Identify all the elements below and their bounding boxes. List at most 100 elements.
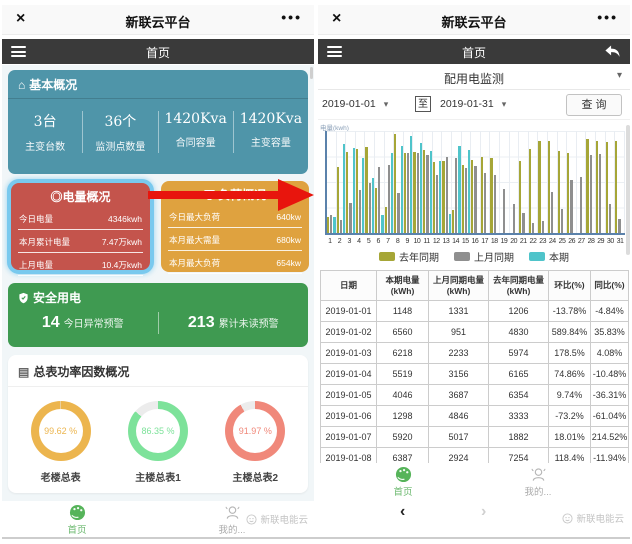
query-button[interactable]: 查 询 [566,94,622,116]
energy-overview-card[interactable]: ◎电量概况 今日电量4346kwh本月累计电量7.47万kwh上月电量10.4万… [11,183,150,270]
more-menu-icon[interactable]: ••• [597,9,618,25]
prev-page-button[interactable]: ‹ [400,503,405,521]
x-tick-label: 25 [557,237,567,247]
x-tick-label: 9 [402,237,412,247]
table-header-cell: 同比(%) [591,271,629,301]
table-cell: -73.2% [549,406,591,427]
bar-current [391,153,393,234]
table-cell: 1882 [489,427,549,448]
tab-home-label: 首页 [373,484,433,498]
bar-last-year [375,188,377,233]
power-factor-gauge: 91.97 %主楼总表2 [207,401,304,484]
chart-bar-group [385,131,395,233]
power-factor-card: ▤总表功率因数概况 99.62 %老楼总表86.35 %主楼总表191.97 %… [8,355,308,493]
bar-last-year [404,153,406,233]
legend-label: 本期 [549,249,569,264]
bar-last-month [599,154,601,233]
power-factor-gauge: 99.62 %老楼总表 [12,401,109,484]
consumption-table: 日期本期电量 (kWh)上月同期电量 (kWh)去年同期电量 (kWh)环比(%… [320,270,629,469]
bar-last-year [548,141,550,233]
chevron-down-icon: ▾ [384,99,389,109]
bar-last-year [615,141,617,233]
bar-last-month [503,189,505,233]
table-header-cell: 去年同期电量 (kWh) [489,271,549,301]
chevron-down-icon: ▾ [502,99,507,109]
row-value: 7.47万kwh [102,236,142,248]
table-cell: 5017 [429,427,489,448]
bar-current [401,146,403,233]
x-tick-label: 11 [422,237,432,247]
scrollbar[interactable] [626,125,630,255]
table-cell: -36.31% [591,385,629,406]
table-row: 2019-01-0455193156616574.86%-10.48% [321,364,629,385]
legend-item[interactable]: 上月同期 [454,249,514,264]
x-tick-label: 1 [325,237,335,247]
bar-last-month [590,155,592,233]
monitor-select[interactable]: 配用电监测 ▾ [318,64,630,90]
chart-bar-group [567,131,577,233]
tab-mine[interactable]: 我的... [508,466,568,498]
x-tick-label: 18 [489,237,499,247]
stat-label: 主变台数 [8,138,82,153]
row-label: 上月电量 [19,259,53,271]
next-page-button[interactable]: › [481,503,486,521]
bar-last-year [356,149,358,233]
dashboard-content: ⌂基本概况 3台主变台数36个监测点数量1420Kva合同容量1420Kva主变… [2,65,314,501]
nav-title: 首页 [318,44,630,61]
table-cell: 6560 [377,322,429,343]
chart-bar-group [394,131,404,233]
chart-bar-group [586,131,596,233]
table-row: 2019-01-0265609514830589.84%35.83% [321,322,629,343]
power-factor-title: ▤总表功率因数概况 [8,355,308,387]
tab-mine-label: 我的... [508,484,568,498]
scrollbar[interactable] [310,67,313,79]
safety-card: 安全用电 14今日异常预警213累计未读预警 [8,283,308,347]
x-tick-label: 20 [509,237,519,247]
energy-card-highlight: ◎电量概况 今日电量4346kwh本月累计电量7.47万kwh上月电量10.4万… [7,179,154,274]
bar-current [333,217,335,233]
donut-chart: 86.35 % [128,401,188,461]
bar-last-year [471,160,473,233]
energy-rows: 今日电量4346kwh本月累计电量7.47万kwh上月电量10.4万kwh [11,207,150,276]
table-cell: 1148 [377,301,429,322]
back-icon[interactable] [604,43,621,60]
bar-last-month [465,168,467,233]
tab-home[interactable]: 首页 [373,466,433,498]
chart-bar-group [356,131,366,233]
mine-tab-icon [530,466,547,483]
table-cell: 5920 [377,427,429,448]
date-from-picker[interactable]: 2019-01-01▾ [322,98,388,110]
consumption-bar-chart: 电量(kwh) 12345678910111213141516171819202… [318,120,630,268]
bar-last-year [365,147,367,233]
row-label: 本月最大需量 [169,234,220,246]
legend-item[interactable]: 本期 [529,249,569,264]
app-navbar: 首页 [2,39,314,64]
tab-home[interactable]: 首页 [47,504,107,536]
bar-last-year [606,142,608,233]
bar-current [410,136,412,233]
bar-current [449,214,451,233]
chart-bar-group [558,131,568,233]
x-tick-label: 12 [431,237,441,247]
table-cell: -13.78% [549,301,591,322]
donut-percent: 86.35 % [141,426,174,436]
chart-bar-group [481,131,491,233]
table-cell: 2019-01-03 [321,343,377,364]
more-menu-icon[interactable]: ••• [281,9,302,25]
row-value: 680kw [276,235,301,245]
bar-last-month [513,204,515,233]
card-row: 今日电量4346kwh [18,207,143,230]
legend-item[interactable]: 去年同期 [379,249,439,264]
watermark-logo-icon [562,513,573,524]
bar-last-month [378,167,380,233]
bar-current [439,161,441,233]
app-navbar: 首页 [318,39,630,64]
stat-label: 监测点数量 [83,138,157,153]
screenshot-stage: × 新联云平台 ••• 首页 ⌂基本概况 3台主变台数36个监测点数量1420K… [0,0,632,544]
bar-last-month [580,177,582,233]
chart-bar-group [548,131,558,233]
bar-last-year [337,167,339,233]
legend-label: 上月同期 [474,249,514,264]
date-to-picker[interactable]: 2019-01-31▾ [440,98,506,110]
stat-label: 今日异常预警 [64,319,124,330]
